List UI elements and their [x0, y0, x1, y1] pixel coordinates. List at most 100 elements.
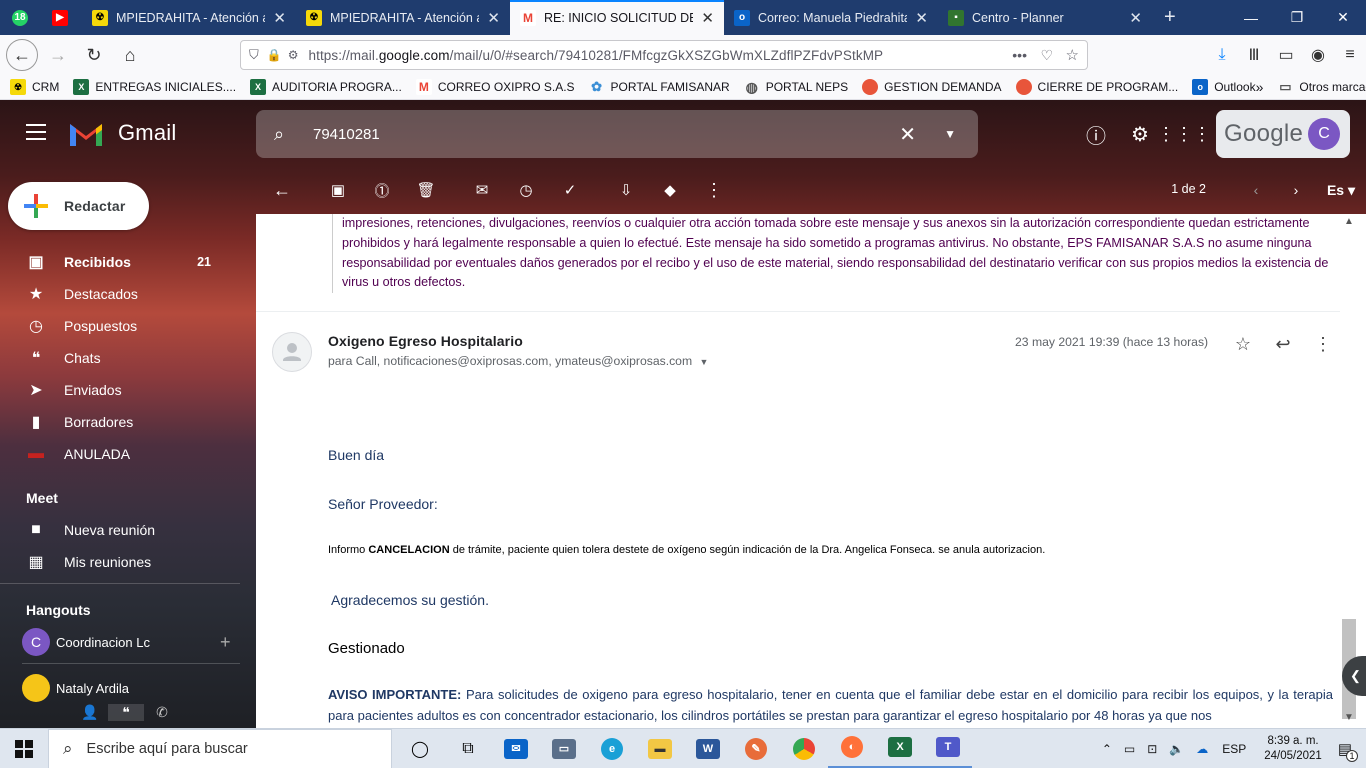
scroll-down-icon[interactable]: ▼ — [1344, 712, 1354, 723]
bookmark-cierre-programa[interactable]: CIERRE DE PROGRAM... — [1015, 79, 1178, 95]
account-icon[interactable]: ◉ — [1302, 45, 1334, 65]
chevrons-icon[interactable]: » — [1256, 79, 1264, 95]
sidebar-item-chats[interactable]: ❝ Chats — [0, 342, 240, 374]
sender-avatar[interactable] — [272, 332, 312, 372]
tab-mpiedrahita-2[interactable]: ☢ MPIEDRAHITA - Atención al U ✕ — [296, 0, 510, 35]
bookmark-outlook[interactable]: o Outlook — [1192, 79, 1256, 95]
minimize-icon[interactable]: — — [1228, 10, 1274, 26]
bookmark-entregas[interactable]: X ENTREGAS INICIALES.... — [73, 79, 236, 95]
close-tab-icon[interactable]: ✕ — [915, 9, 928, 27]
more-options-icon[interactable]: ⋮ — [694, 170, 734, 210]
reply-icon[interactable]: ↩ — [1271, 332, 1295, 356]
compose-button[interactable]: Redactar — [8, 182, 149, 230]
close-tab-icon[interactable]: ✕ — [1129, 9, 1142, 27]
meet-new-meeting[interactable]: ■ Nueva reunión — [0, 514, 240, 546]
firefox-icon[interactable]: ◐ — [828, 729, 876, 768]
network-icon[interactable]: ⊡ — [1147, 742, 1157, 756]
bookmark-portal-famisanar[interactable]: ✿ PORTAL FAMISANAR — [589, 79, 730, 95]
bookmark-crm[interactable]: ☢ CRM — [10, 79, 59, 95]
chrome-icon[interactable] — [780, 729, 828, 768]
onedrive-icon[interactable]: ☁ — [1196, 742, 1208, 756]
next-icon[interactable]: › — [1276, 182, 1316, 198]
chevron-down-icon[interactable]: ▼ — [700, 357, 709, 367]
tab-mpiedrahita-1[interactable]: ☢ MPIEDRAHITA - Atención al U ✕ — [82, 0, 296, 35]
more-vert-icon[interactable]: ⋮ — [1311, 332, 1335, 356]
report-spam-icon[interactable]: ⓵ — [362, 170, 402, 210]
volume-icon[interactable]: 🔈 — [1169, 742, 1184, 756]
input-language-button[interactable]: Es ▾ — [1316, 182, 1366, 199]
label-icon[interactable]: ◆ — [650, 170, 690, 210]
tab-outlook[interactable]: o Correo: Manuela Piedrahita - ✕ — [724, 0, 938, 35]
sender-name[interactable]: Oxigeno Egreso Hospitalario — [328, 333, 523, 349]
recipients[interactable]: para Call, notificaciones@oxiprosas.com,… — [328, 354, 708, 368]
person-icon[interactable]: 👤 — [72, 704, 108, 721]
sidebar-item-borradores[interactable]: ▮ Borradores — [0, 406, 240, 438]
sidebar-item-anulada[interactable]: ▬ ANULADA — [0, 438, 240, 470]
scroll-up-icon[interactable]: ▲ — [1344, 216, 1354, 227]
search-input[interactable]: 79410281 — [313, 126, 380, 143]
close-tab-icon[interactable]: ✕ — [487, 9, 500, 27]
archive-icon[interactable]: ▣ — [318, 170, 358, 210]
tab-planner[interactable]: ▪ Centro - Planner ✕ — [938, 0, 1152, 35]
clear-search-icon[interactable]: ✕ — [899, 122, 916, 147]
pinned-tab-whatsapp[interactable]: 18 — [0, 0, 40, 35]
task-view-icon[interactable]: ⧉ — [444, 729, 492, 768]
star-icon[interactable]: ☆ — [1231, 332, 1255, 356]
other-bookmarks[interactable]: » ▭ Otros marcadores — [1256, 79, 1366, 95]
move-to-icon[interactable]: ⇩ — [606, 170, 646, 210]
pocket-icon[interactable]: ♡ — [1040, 47, 1053, 64]
sidebar-icon[interactable]: ▭ — [1270, 45, 1302, 65]
add-task-icon[interactable]: ✓ — [550, 170, 590, 210]
battery-icon[interactable]: ▭ — [1124, 742, 1135, 756]
snooze-icon[interactable]: ◷ — [506, 170, 546, 210]
file-explorer-icon[interactable]: ▬ — [636, 729, 684, 768]
input-language[interactable]: ESP — [1222, 742, 1246, 756]
bookmark-auditoria[interactable]: X AUDITORIA PROGRA... — [250, 79, 402, 95]
windows-start-icon[interactable] — [0, 729, 48, 768]
back-icon[interactable]: ← — [6, 39, 38, 71]
teams-icon[interactable]: T — [924, 729, 972, 768]
more-actions-icon[interactable]: ••• — [1012, 47, 1027, 63]
mail-app-icon[interactable]: ✉ — [492, 729, 540, 768]
bookmark-correo-oxipro[interactable]: M CORREO OXIPRO S.A.S — [415, 79, 575, 95]
gmail-logo[interactable]: Gmail — [68, 120, 176, 146]
apps-grid-icon[interactable]: ⋮⋮⋮ — [1157, 114, 1211, 154]
sidebar-item-destacados[interactable]: ★ Destacados — [0, 278, 240, 310]
clock[interactable]: 8:39 a. m. 24/05/2021 — [1264, 734, 1322, 764]
phone-icon[interactable]: ✆ — [144, 704, 180, 721]
edge-icon[interactable]: e — [588, 729, 636, 768]
mark-unread-icon[interactable]: ✉ — [462, 170, 502, 210]
previous-icon[interactable]: ‹ — [1236, 182, 1276, 198]
download-icon[interactable]: ⤓ — [1206, 46, 1238, 64]
home-icon[interactable]: ⌂ — [114, 39, 146, 71]
forward-icon[interactable]: → — [42, 39, 74, 71]
chevron-up-icon[interactable]: ⌃ — [1102, 742, 1112, 756]
scrollbar[interactable]: ▲ ▼ — [1340, 214, 1366, 728]
reload-icon[interactable]: ↻ — [78, 39, 110, 71]
bookmark-portal-neps[interactable]: ◍ PORTAL NEPS — [744, 79, 849, 95]
sidebar-item-recibidos[interactable]: ▣ Recibidos 21 — [0, 246, 240, 278]
word-icon[interactable]: W — [684, 729, 732, 768]
excel-icon[interactable]: X — [876, 729, 924, 768]
sidebar-item-enviados[interactable]: ➤ Enviados — [0, 374, 240, 406]
pinned-tab-youtube[interactable]: ▶ — [40, 0, 82, 35]
close-tab-icon[interactable]: ✕ — [701, 9, 714, 27]
search-options-icon[interactable]: ▼ — [944, 127, 956, 141]
close-window-icon[interactable]: ✕ — [1320, 9, 1366, 26]
hangouts-chat-icon[interactable]: ❝ — [108, 703, 144, 721]
settings-gear-icon[interactable]: ⚙ — [1120, 114, 1160, 154]
add-icon[interactable]: + — [220, 632, 231, 653]
search-bar[interactable]: ⌕ 79410281 ✕ ▼ — [256, 110, 978, 158]
google-account-button[interactable]: Google C — [1216, 110, 1350, 158]
paint-icon[interactable]: ✎ — [732, 729, 780, 768]
help-icon[interactable]: ⓘ — [1076, 114, 1116, 154]
back-to-search-icon[interactable]: ← — [262, 170, 302, 210]
cortana-icon[interactable]: ◯ — [396, 729, 444, 768]
search-icon[interactable]: ⌕ — [274, 124, 284, 145]
bookmark-gestion-demanda[interactable]: GESTION DEMANDA — [862, 79, 1002, 95]
tab-gmail-active[interactable]: M RE: INICIO SOLICITUD DE OXÍ ✕ — [510, 0, 724, 35]
taskbar-search[interactable]: ⌕ Escribe aquí para buscar — [48, 728, 392, 768]
new-tab-button[interactable]: + — [1152, 0, 1192, 35]
close-tab-icon[interactable]: ✕ — [273, 9, 286, 27]
delete-icon[interactable]: 🗑 — [406, 170, 446, 210]
